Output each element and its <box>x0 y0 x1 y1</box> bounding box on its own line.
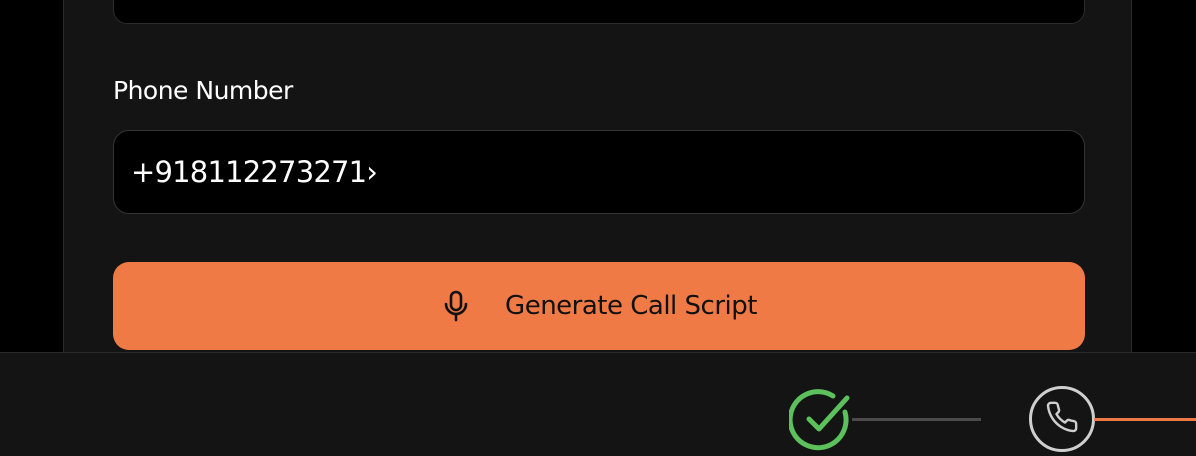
phone-number-input[interactable] <box>113 130 1085 214</box>
progress-stepper <box>0 352 1196 456</box>
page: Phone Number Generate Call Script <box>0 0 1196 456</box>
call-step[interactable] <box>1029 386 1095 452</box>
phone-icon <box>1045 400 1079 438</box>
step-connector-active <box>1094 418 1196 421</box>
phone-number-label: Phone Number <box>113 76 293 105</box>
check-circle-icon <box>787 388 853 452</box>
form-panel: Phone Number Generate Call Script <box>63 0 1132 352</box>
generate-button-label: Generate Call Script <box>505 291 757 321</box>
previous-input-field[interactable] <box>113 0 1085 24</box>
step-connector-inactive <box>852 418 981 421</box>
generate-call-script-button[interactable]: Generate Call Script <box>113 262 1085 350</box>
microphone-icon <box>441 289 471 323</box>
